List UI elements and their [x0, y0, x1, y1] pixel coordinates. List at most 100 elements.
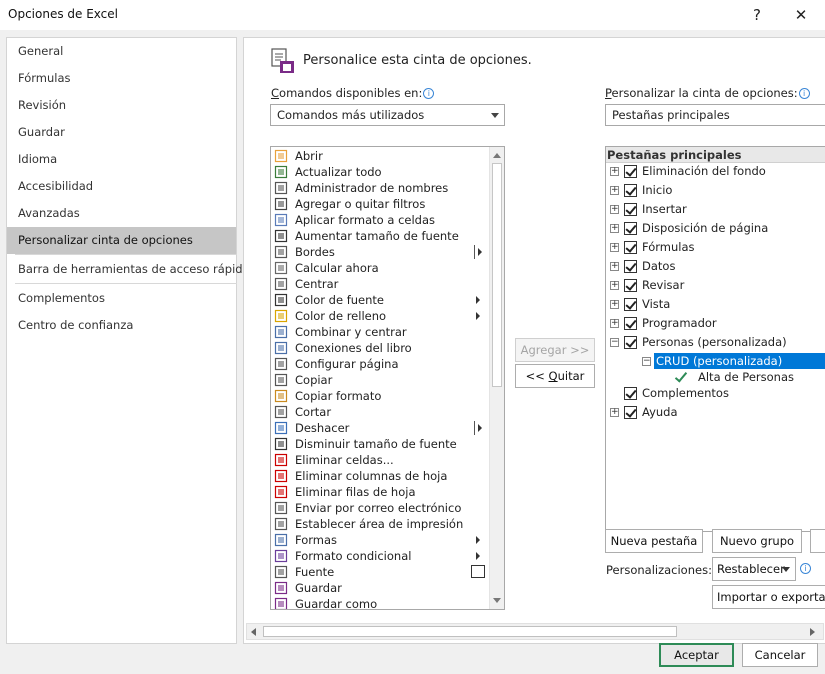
list-item[interactable]: Formas [271, 532, 489, 548]
cancel-button[interactable]: Cancelar [742, 643, 818, 667]
tree-item-revisar[interactable]: + Revisar [606, 276, 825, 295]
list-item[interactable]: Color de relleno [271, 308, 489, 324]
nav-item-personalizar-cinta-de-opciones[interactable]: Personalizar cinta de opciones [7, 227, 236, 254]
scroll-thumb[interactable] [492, 163, 502, 387]
tree-item-eliminacion-del-fondo[interactable]: + Eliminación del fondo [606, 162, 825, 181]
tree-item-vista[interactable]: + Vista [606, 295, 825, 314]
collapse-icon[interactable]: − [642, 357, 651, 366]
nav-item-centro-de-confianza[interactable]: Centro de confianza [7, 312, 236, 339]
panel-horizontal-scrollbar[interactable] [246, 623, 824, 640]
scroll-right-icon[interactable] [810, 628, 815, 636]
tree-item-formulas[interactable]: + Fórmulas [606, 238, 825, 257]
list-item[interactable]: Abrir [271, 148, 489, 164]
expand-icon[interactable]: + [610, 281, 619, 290]
remove-button[interactable]: << Quitar [515, 364, 595, 388]
expand-icon[interactable]: + [610, 205, 619, 214]
tree-item-datos[interactable]: + Datos [606, 257, 825, 276]
ribbon-tree[interactable]: Pestañas principales + Eliminación del fo… [605, 146, 825, 532]
list-item[interactable]: Agregar o quitar filtros [271, 196, 489, 212]
list-item[interactable]: Copiar formato [271, 388, 489, 404]
scroll-up-icon[interactable] [493, 153, 501, 158]
import-export-button[interactable]: Importar o exportar [712, 585, 825, 609]
checkbox-icon[interactable] [624, 387, 637, 400]
expand-icon[interactable]: + [610, 408, 619, 417]
tree-item-disposicion-de-pagina[interactable]: + Disposición de página [606, 219, 825, 238]
list-item[interactable]: Deshacer [271, 420, 489, 436]
new-tab-button[interactable]: Nueva pestaña [605, 529, 703, 553]
checkbox-icon[interactable] [624, 165, 637, 178]
commands-scrollbar[interactable] [489, 147, 504, 609]
list-item[interactable]: Formato condicional [271, 548, 489, 564]
checkbox-icon[interactable] [624, 203, 637, 216]
nav-item-formulas[interactable]: Fórmulas [7, 65, 236, 92]
checkbox-icon[interactable] [624, 279, 637, 292]
list-item[interactable]: Centrar [271, 276, 489, 292]
chevron-down-icon [491, 113, 499, 118]
scroll-down-icon[interactable] [493, 598, 501, 603]
collapse-icon[interactable]: − [610, 338, 619, 347]
nav-item-avanzadas[interactable]: Avanzadas [7, 200, 236, 227]
list-item[interactable]: Fuente [271, 564, 489, 580]
tree-item-personas-personalizada[interactable]: − Personas (personalizada) [606, 333, 825, 352]
list-item[interactable]: Establecer área de impresión [271, 516, 489, 532]
checkbox-icon[interactable] [624, 241, 637, 254]
checkbox-icon[interactable] [624, 222, 637, 235]
expand-icon[interactable]: + [610, 262, 619, 271]
nav-item-accesibilidad[interactable]: Accesibilidad [7, 173, 236, 200]
list-item[interactable]: Conexiones del libro [271, 340, 489, 356]
available-commands-select[interactable]: Comandos más utilizados [270, 104, 505, 126]
nav-item-complementos[interactable]: Complementos [7, 285, 236, 312]
help-button[interactable]: ? [734, 0, 780, 30]
add-button[interactable]: Agregar >> [515, 338, 595, 362]
close-button[interactable]: ✕ [778, 0, 824, 30]
list-item[interactable]: Eliminar celdas... [271, 452, 489, 468]
list-item[interactable]: Administrador de nombres [271, 180, 489, 196]
list-item[interactable]: Cortar [271, 404, 489, 420]
accept-button[interactable]: Aceptar [659, 643, 734, 667]
expand-icon[interactable]: + [610, 224, 619, 233]
reset-dropdown-button[interactable]: Restablecer [712, 557, 796, 581]
list-item[interactable]: Calcular ahora [271, 260, 489, 276]
checkbox-icon[interactable] [624, 336, 637, 349]
list-item[interactable]: Eliminar filas de hoja [271, 484, 489, 500]
list-item[interactable]: Aplicar formato a celdas [271, 212, 489, 228]
nav-item-barra-de-herramientas-de-acceso-rapido[interactable]: Barra de herramientas de acceso rápido [7, 256, 250, 283]
list-item[interactable]: Copiar [271, 372, 489, 388]
rename-button[interactable] [810, 529, 825, 553]
commands-listbox[interactable]: Abrir Actualizar todo Administrador de nom… [270, 146, 505, 610]
list-item[interactable]: Bordes [271, 244, 489, 260]
list-item[interactable]: Color de fuente [271, 292, 489, 308]
horizontal-scroll-thumb[interactable] [263, 626, 677, 637]
ribbon-tabs-select[interactable]: Pestañas principales [605, 104, 825, 126]
expand-icon[interactable]: + [610, 319, 619, 328]
scroll-left-icon[interactable] [251, 628, 256, 636]
list-item[interactable]: Actualizar todo [271, 164, 489, 180]
list-item[interactable]: Guardar [271, 580, 489, 596]
list-item[interactable]: Combinar y centrar [271, 324, 489, 340]
list-item[interactable]: Eliminar columnas de hoja [271, 468, 489, 484]
checkbox-icon[interactable] [624, 260, 637, 273]
expand-icon[interactable]: + [610, 167, 619, 176]
nav-item-general[interactable]: General [7, 38, 236, 65]
nav-item-idioma[interactable]: Idioma [7, 146, 236, 173]
expand-icon[interactable]: + [610, 186, 619, 195]
tree-item-insertar[interactable]: + Insertar [606, 200, 825, 219]
list-item[interactable]: Configurar página [271, 356, 489, 372]
expand-icon[interactable]: + [610, 243, 619, 252]
list-item[interactable]: Guardar como [271, 596, 489, 609]
checkbox-icon[interactable] [624, 298, 637, 311]
nav-item-guardar[interactable]: Guardar [7, 119, 236, 146]
new-group-button[interactable]: Nuevo grupo [712, 529, 802, 553]
tree-item-inicio[interactable]: + Inicio [606, 181, 825, 200]
tree-item-complementos[interactable]: Complementos [606, 384, 825, 403]
list-item[interactable]: Enviar por correo electrónico [271, 500, 489, 516]
tree-item-ayuda[interactable]: + Ayuda [606, 403, 825, 422]
checkbox-icon[interactable] [624, 184, 637, 197]
tree-item-programador[interactable]: + Programador [606, 314, 825, 333]
list-item[interactable]: Disminuir tamaño de fuente [271, 436, 489, 452]
checkbox-icon[interactable] [624, 406, 637, 419]
checkbox-icon[interactable] [624, 317, 637, 330]
list-item[interactable]: Aumentar tamaño de fuente [271, 228, 489, 244]
nav-item-revision[interactable]: Revisión [7, 92, 236, 119]
expand-icon[interactable]: + [610, 300, 619, 309]
